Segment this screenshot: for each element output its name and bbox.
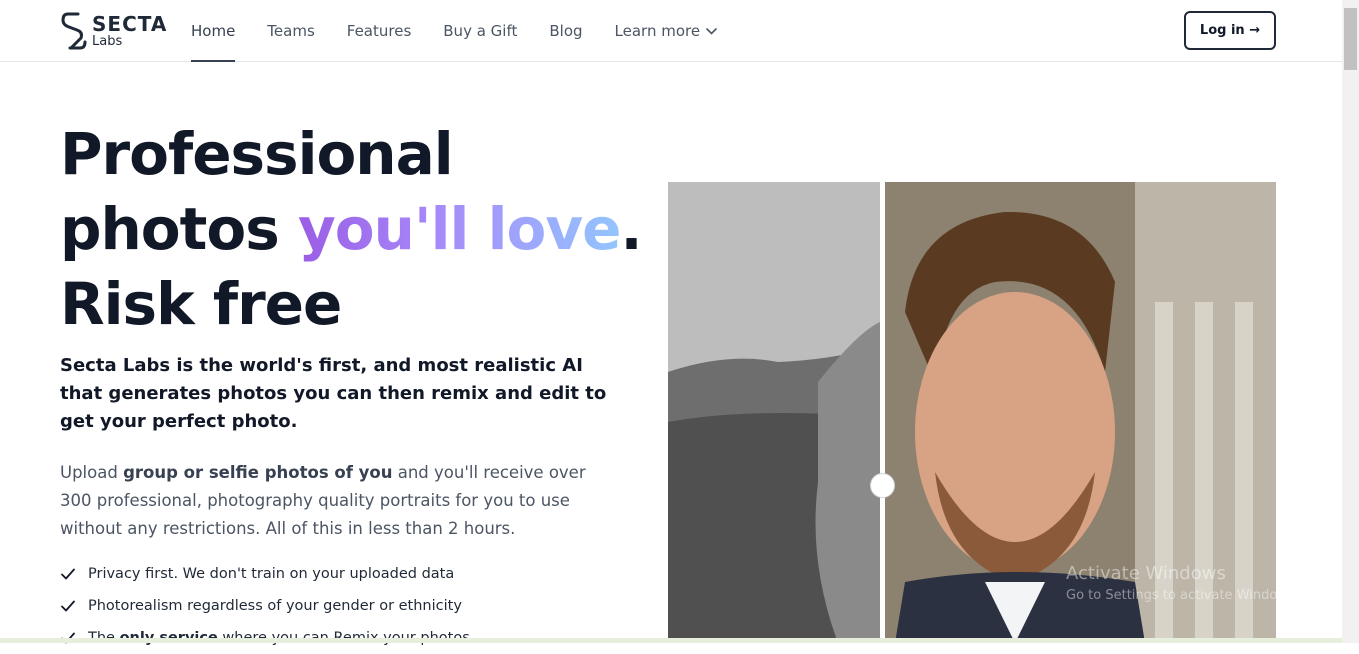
compare-divider (880, 182, 885, 643)
hero-subtitle: Secta Labs is the world's first, and mos… (60, 355, 607, 432)
hero-title-highlight: you'll love (297, 195, 622, 263)
nav-item-features[interactable]: Features (347, 0, 412, 62)
hero-title-line1: Professional (60, 120, 454, 188)
check-icon (61, 568, 75, 580)
nav-item-home[interactable]: Home (191, 0, 236, 62)
login-button[interactable]: Log in → (1184, 11, 1276, 50)
hero-desc-pre: Upload (60, 463, 124, 482)
hero-title-line2-end: . (620, 195, 642, 263)
hero-title-line2-start: photos (60, 195, 298, 263)
hero-title: Professional photos you'll love. Risk fr… (60, 117, 660, 342)
page-scrollbar[interactable] (1342, 0, 1359, 643)
feature-text: Privacy first. We don't train on your up… (88, 566, 455, 582)
feature-text: Photorealism regardless of your gender o… (88, 598, 462, 614)
logo-main-text: SECTA (92, 12, 168, 36)
nav-item-learn-more[interactable]: Learn more (615, 0, 718, 62)
logo-sub-text: Labs (92, 34, 123, 49)
scrollbar-thumb[interactable] (1344, 8, 1357, 70)
check-icon (61, 600, 75, 612)
logo-text: SECTA Labs (92, 14, 167, 48)
feature-item: Privacy first. We don't train on your up… (60, 558, 470, 590)
nav-item-teams[interactable]: Teams (267, 0, 314, 62)
nav-item-blog[interactable]: Blog (549, 0, 582, 62)
hero-description: Upload group or selfie photos of you and… (60, 459, 620, 543)
before-landscape-image (668, 182, 880, 643)
windows-watermark-title: Activate Windows (1066, 563, 1226, 584)
windows-watermark-subtitle: Go to Settings to activate Windows. (1066, 588, 1299, 603)
chevron-down-icon (706, 0, 717, 61)
logo[interactable]: SECTA Labs (60, 10, 167, 52)
hero-desc-bold: group or selfie photos of you (123, 463, 393, 482)
feature-item: Photorealism regardless of your gender o… (60, 590, 470, 622)
nav-item-buy-a-gift[interactable]: Buy a Gift (443, 0, 517, 62)
nav-item-learn-more-label: Learn more (614, 22, 701, 40)
main-nav: Home Teams Features Buy a Gift Blog Lear… (191, 0, 749, 62)
site-header: SECTA Labs Home Teams Features Buy a Gif… (0, 0, 1342, 62)
logo-s-icon (61, 12, 87, 50)
bottom-strip (0, 638, 1342, 643)
hero-title-line3: Risk free (60, 270, 342, 338)
before-photo (668, 182, 880, 643)
compare-slider-handle[interactable] (870, 473, 895, 498)
